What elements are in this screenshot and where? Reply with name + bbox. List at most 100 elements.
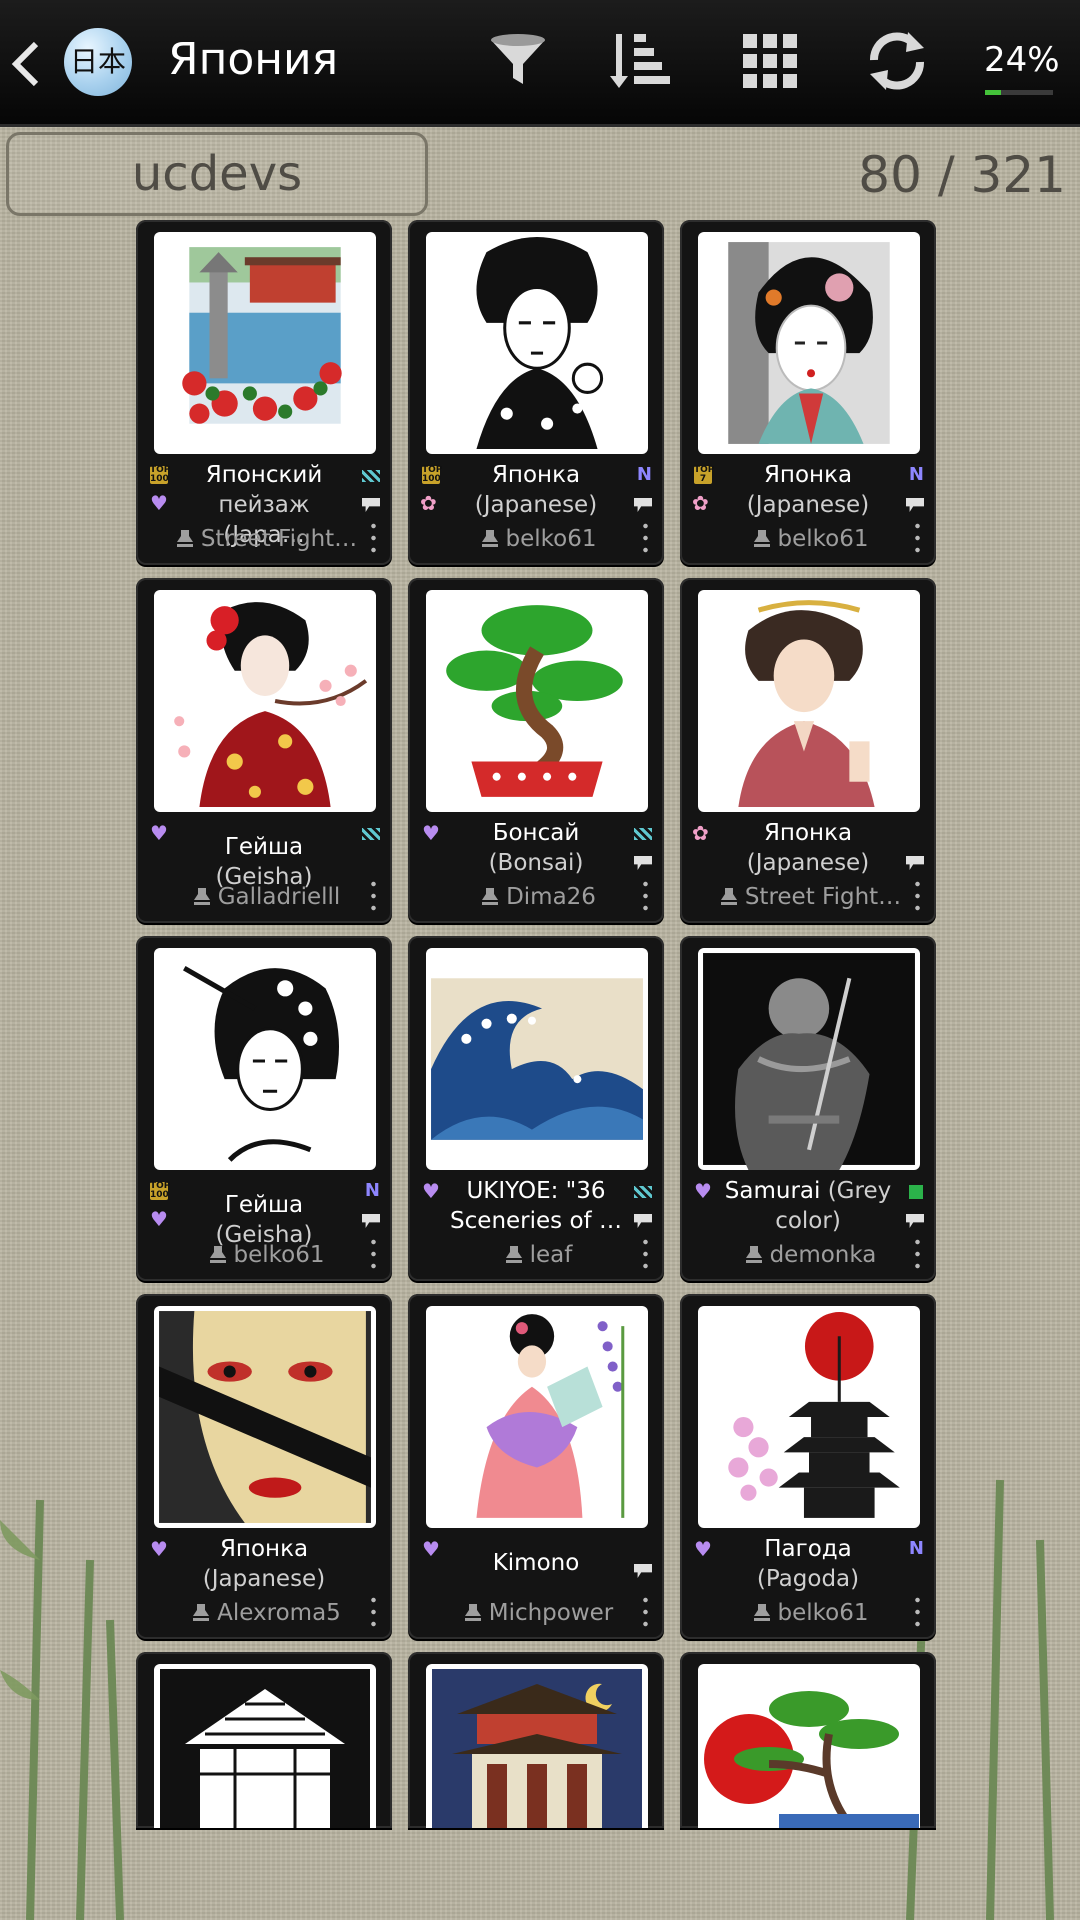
back-icon[interactable] bbox=[6, 36, 46, 92]
puzzle-author: Michpower bbox=[438, 1600, 638, 1626]
comment-icon bbox=[634, 856, 652, 870]
puzzle-thumbnail bbox=[154, 232, 376, 454]
flower-icon: ✿ bbox=[692, 821, 709, 845]
puzzle-author: belko61 bbox=[166, 1242, 366, 1268]
kimono-image bbox=[476, 1314, 625, 1518]
sort-icon[interactable] bbox=[606, 26, 676, 96]
puzzle-card[interactable]: N ♥ Пагода (Pagoda) belko61 bbox=[680, 1294, 936, 1639]
author-stamp-icon bbox=[482, 888, 499, 905]
top-100-badge-icon: TOP 100 bbox=[422, 465, 443, 484]
puzzle-card[interactable]: TOP 100 N ✿ Японка (Japanese) belko61 bbox=[408, 220, 664, 565]
top-7-badge-icon: TOP 7 bbox=[694, 465, 715, 484]
puzzle-card[interactable]: ♥ Kimono Michpower bbox=[408, 1294, 664, 1639]
more-menu-icon[interactable] bbox=[643, 878, 648, 912]
heart-icon[interactable]: ♥ bbox=[150, 493, 168, 513]
great-wave-image bbox=[431, 978, 643, 1140]
puzzle-title: Японка (Japanese) bbox=[474, 462, 598, 518]
grid-icon[interactable] bbox=[735, 26, 805, 96]
comment-icon bbox=[906, 856, 924, 870]
more-menu-icon[interactable] bbox=[643, 520, 648, 554]
heart-icon[interactable]: ♥ bbox=[422, 1181, 440, 1201]
geisha-kimono-image bbox=[174, 602, 368, 807]
more-menu-icon[interactable] bbox=[371, 520, 376, 554]
puzzle-thumbnail bbox=[698, 1664, 920, 1828]
puzzle-title: Kimono bbox=[492, 1550, 580, 1576]
author-stamp-icon bbox=[505, 1246, 522, 1263]
top-100-badge-icon: TOP 100 bbox=[150, 465, 171, 484]
progress-fill bbox=[985, 90, 1002, 95]
heart-icon[interactable]: ♥ bbox=[150, 1539, 168, 1559]
puzzle-author: belko61 bbox=[710, 1600, 910, 1626]
puzzle-thumbnail bbox=[426, 1664, 648, 1828]
puzzle-author: belko61 bbox=[710, 526, 910, 552]
heart-icon[interactable]: ♥ bbox=[150, 1209, 168, 1229]
geisha-bw-image bbox=[183, 965, 339, 1162]
puzzle-card[interactable] bbox=[408, 1652, 664, 1828]
puzzle-card[interactable] bbox=[680, 1652, 936, 1828]
heart-icon[interactable]: ♥ bbox=[150, 823, 168, 843]
color-puzzle-icon bbox=[362, 828, 380, 840]
heart-icon[interactable]: ♥ bbox=[422, 823, 440, 843]
japanese-woman-bw-image bbox=[466, 237, 608, 449]
puzzle-thumbnail bbox=[426, 1306, 648, 1528]
color-puzzle-icon bbox=[634, 828, 652, 840]
flower-icon: ✿ bbox=[420, 491, 437, 515]
puzzle-card[interactable]: ♥ Гейша (Geisha) Galladrielll bbox=[136, 578, 392, 923]
filter-icon[interactable] bbox=[483, 26, 553, 96]
more-menu-icon[interactable] bbox=[915, 520, 920, 554]
comment-icon bbox=[906, 498, 924, 512]
puzzle-thumbnail bbox=[698, 232, 920, 454]
comment-icon bbox=[634, 498, 652, 512]
puzzle-card[interactable]: TOP 100 ♥ Японский пейзаж (Japa… Street F… bbox=[136, 220, 392, 565]
puzzle-card[interactable] bbox=[136, 1652, 392, 1828]
more-menu-icon[interactable] bbox=[371, 1236, 376, 1270]
author-stamp-icon bbox=[753, 530, 770, 547]
more-menu-icon[interactable] bbox=[643, 1594, 648, 1628]
puzzle-author: belko61 bbox=[438, 526, 638, 552]
new-badge-icon: N bbox=[908, 1538, 924, 1559]
more-menu-icon[interactable] bbox=[643, 1236, 648, 1270]
puzzle-card[interactable]: TOP 100 N ♥ Гейша (Geisha) belko61 bbox=[136, 936, 392, 1281]
search-field[interactable]: ucdevs bbox=[6, 132, 428, 216]
puzzle-card[interactable]: TOP 7 N ✿ Японка (Japanese) belko61 bbox=[680, 220, 936, 565]
puzzle-thumbnail bbox=[698, 1306, 920, 1528]
puzzle-card[interactable]: ♥ Японка (Japanese) Alexroma5 bbox=[136, 1294, 392, 1639]
puzzle-title: Гейша (Geisha) bbox=[215, 1192, 313, 1248]
puzzle-title: Гейша (Geisha) bbox=[215, 834, 313, 890]
heart-icon[interactable]: ♥ bbox=[694, 1539, 712, 1559]
author-stamp-icon bbox=[176, 530, 193, 547]
temple-night-image bbox=[432, 1669, 642, 1828]
author-stamp-icon bbox=[209, 1246, 226, 1263]
puzzle-author: Alexroma5 bbox=[166, 1600, 366, 1626]
heart-icon[interactable]: ♥ bbox=[422, 1539, 440, 1559]
more-menu-icon[interactable] bbox=[371, 878, 376, 912]
puzzle-thumbnail bbox=[154, 948, 376, 1170]
progress-percent: 24% bbox=[984, 40, 1060, 80]
puzzle-card[interactable]: ♥ Samurai (Grey color) demonka bbox=[680, 936, 936, 1281]
more-menu-icon[interactable] bbox=[915, 1236, 920, 1270]
author-stamp-icon bbox=[193, 1604, 210, 1621]
new-badge-icon: N bbox=[364, 1180, 380, 1201]
more-menu-icon[interactable] bbox=[915, 1594, 920, 1628]
color-puzzle-icon bbox=[362, 470, 380, 482]
more-menu-icon[interactable] bbox=[371, 1594, 376, 1628]
puzzle-card[interactable]: ♥ UKIYOE: "36 Sceneries of … leaf bbox=[408, 936, 664, 1281]
author-stamp-icon bbox=[745, 1246, 762, 1263]
comment-icon bbox=[634, 1214, 652, 1228]
puzzle-title: Бонсай (Bonsai) bbox=[488, 820, 584, 876]
more-menu-icon[interactable] bbox=[915, 878, 920, 912]
pagoda-image bbox=[728, 1312, 900, 1518]
page-title: Япония bbox=[168, 34, 339, 85]
top-100-badge-icon: TOP 100 bbox=[150, 1181, 171, 1200]
refresh-icon[interactable] bbox=[862, 26, 932, 96]
puzzle-title: Японка (Japanese) bbox=[746, 462, 870, 518]
comment-icon bbox=[362, 498, 380, 512]
comment-icon bbox=[906, 1214, 924, 1228]
puzzle-card[interactable]: ✿ Японка (Japanese) Street Fight… bbox=[680, 578, 936, 923]
puzzle-title: UKIYOE: "36 Sceneries of … bbox=[450, 1178, 622, 1234]
puzzle-card[interactable]: ♥ Бонсай (Bonsai) Dima26 bbox=[408, 578, 664, 923]
heart-icon[interactable]: ♥ bbox=[694, 1181, 712, 1201]
puzzle-thumbnail bbox=[698, 590, 920, 812]
puzzle-author: Dima26 bbox=[438, 884, 638, 910]
puzzle-thumbnail bbox=[154, 590, 376, 812]
